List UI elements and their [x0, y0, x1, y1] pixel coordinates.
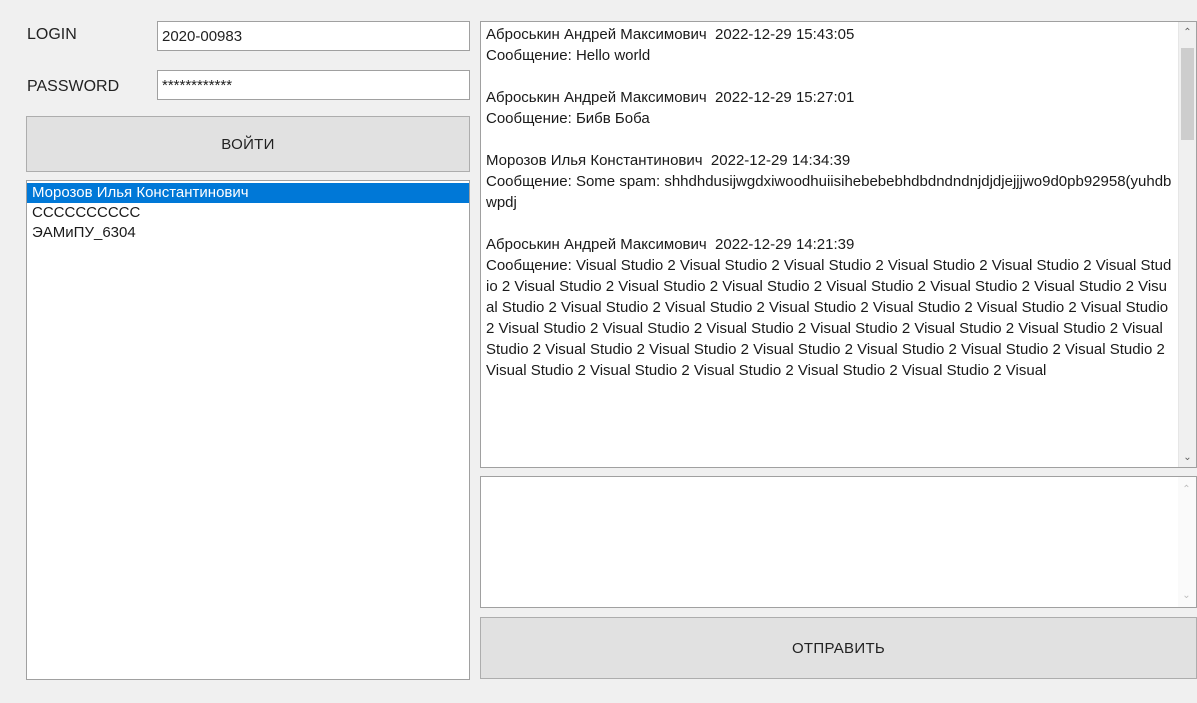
user-list[interactable]: Морозов Илья Константинович CCCCCCCCCC ЭАМ…: [26, 180, 470, 680]
user-list-item[interactable]: Морозов Илья Константинович: [27, 183, 469, 203]
message-author: Аброськин Андрей Максимович: [486, 236, 707, 253]
send-button[interactable]: ОТПРАВИТЬ: [480, 617, 1197, 679]
scroll-thumb[interactable]: [1181, 48, 1194, 140]
chat-log[interactable]: Аброськин Андрей Максимович 2022-12-29 1…: [480, 21, 1197, 468]
scroll-down-icon[interactable]: ⌄: [1178, 587, 1195, 603]
message-text: Сообщение: Бибв Боба: [486, 110, 650, 127]
chat-message: Аброськин Андрей Максимович 2022-12-29 1…: [486, 87, 1174, 129]
message-header: Аброськин Андрей Максимович 2022-12-29 1…: [486, 87, 1174, 108]
message-timestamp: 2022-12-29 14:21:39: [715, 236, 855, 253]
chat-message: Морозов Илья Константинович 2022-12-29 1…: [486, 150, 1174, 213]
message-compose-box[interactable]: ⌃ ⌄: [480, 476, 1197, 608]
user-list-item[interactable]: ЭАМиПУ_6304: [27, 223, 469, 243]
scroll-up-icon[interactable]: ⌃: [1179, 24, 1196, 40]
message-timestamp: 2022-12-29 15:27:01: [715, 89, 855, 106]
message-header: Морозов Илья Константинович 2022-12-29 1…: [486, 150, 1174, 171]
chat-messages: Аброськин Андрей Максимович 2022-12-29 1…: [486, 24, 1174, 402]
compose-scrollbar[interactable]: ⌃ ⌄: [1178, 477, 1196, 607]
message-text: Сообщение: Hello world: [486, 47, 651, 64]
message-header: Аброськин Андрей Максимович 2022-12-29 1…: [486, 24, 1174, 45]
chat-message: Аброськин Андрей Максимович 2022-12-29 1…: [486, 234, 1174, 381]
scroll-down-icon[interactable]: ⌄: [1179, 449, 1196, 465]
password-label: PASSWORD: [27, 78, 120, 95]
chat-log-scrollbar[interactable]: ⌃ ⌄: [1178, 22, 1196, 467]
message-header: Аброськин Андрей Максимович 2022-12-29 1…: [486, 234, 1174, 255]
password-input[interactable]: [157, 70, 470, 100]
login-button[interactable]: ВОЙТИ: [26, 116, 470, 172]
login-label: LOGIN: [27, 26, 77, 43]
chat-message: Аброськин Андрей Максимович 2022-12-29 1…: [486, 24, 1174, 66]
chat-window: LOGIN PASSWORD ВОЙТИ Морозов Илья Конста…: [0, 0, 1197, 703]
message-text: Сообщение: Visual Studio 2 Visual Studio…: [486, 257, 1172, 379]
message-author: Аброськин Андрей Максимович: [486, 89, 707, 106]
login-input[interactable]: [157, 21, 470, 51]
message-author: Аброськин Андрей Максимович: [486, 26, 707, 43]
message-timestamp: 2022-12-29 15:43:05: [715, 26, 855, 43]
message-timestamp: 2022-12-29 14:34:39: [710, 152, 851, 169]
message-author: Морозов Илья Константинович: [486, 152, 703, 169]
scroll-up-icon[interactable]: ⌃: [1178, 481, 1195, 497]
message-input[interactable]: [481, 477, 1178, 607]
user-list-item[interactable]: CCCCCCCCCC: [27, 203, 469, 223]
message-text: Сообщение: Some spam: shhdhdusijwgdxiwoo…: [486, 173, 1172, 211]
